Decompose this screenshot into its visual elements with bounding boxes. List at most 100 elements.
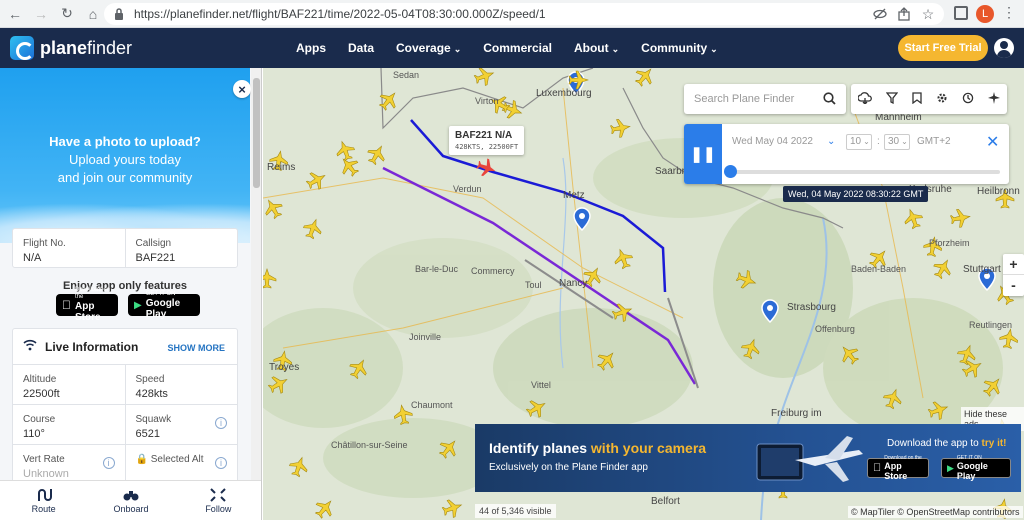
sidepanel-icon[interactable] [954,6,968,20]
aircraft-icon[interactable] [901,206,924,230]
follow-button[interactable]: Follow [175,481,261,520]
close-playback-button[interactable]: ✕ [986,132,999,152]
speed-value: 428kts [135,388,168,400]
reload-icon[interactable]: ↻ [56,3,78,25]
kebab-menu-icon[interactable]: ⋮ [1002,4,1016,21]
profile-avatar[interactable]: L [976,5,994,23]
start-free-trial-button[interactable]: Start Free Trial [898,35,988,61]
selected-flight-label[interactable]: BAF221 N/A 428KTS, 22500FT [449,126,525,155]
hour-select[interactable]: 10 ⌄ [846,134,872,150]
aircraft-icon[interactable] [287,454,310,478]
aircraft-icon[interactable] [333,138,356,162]
share-icon[interactable] [896,6,912,22]
aircraft-icon[interactable] [632,68,658,89]
place-label: Freiburg im [771,408,822,419]
squawk-cell: Squawk 6521 i [126,405,238,444]
back-icon[interactable]: ← [4,3,26,25]
aircraft-icon[interactable] [998,328,1019,350]
place-label: Metz [563,190,585,201]
aircraft-icon[interactable] [950,208,972,229]
map-attribution[interactable]: © MapTiler © OpenStreetMap contributors [848,506,1023,518]
plane-tools-icon[interactable] [988,91,1000,107]
app-store-badge[interactable]:  Download on theApp Store [56,287,118,323]
eye-off-icon[interactable] [872,6,888,22]
place-label: Virton [475,96,499,106]
flight-id-card: Flight No. N/A Callsign BAF221 [12,228,238,268]
ad-app-store-badge[interactable]:  Download on theApp Store [867,455,929,481]
nav-coverage[interactable]: Coverage ⌄ [396,41,461,55]
ad-banner[interactable]: Identify planes with your camera Exclusi… [475,424,1021,492]
show-more-link[interactable]: SHOW MORE [168,343,226,353]
history-icon[interactable] [962,92,974,107]
route-button[interactable]: Route [0,481,87,520]
nav-about[interactable]: About ⌄ [574,41,619,55]
appstore-small-text: Download on the [66,287,112,300]
place-label: Belfort [651,496,680,507]
time-slider-knob[interactable] [724,165,737,178]
place-label: Baden-Baden [851,264,907,274]
zoom-in-button[interactable]: + [1003,254,1024,275]
flight-map[interactable]: Sedan Virton Luxembourg Reims Verdun Metz Saar… [263,68,1024,520]
user-account-icon[interactable] [994,38,1014,58]
settings-icon[interactable] [936,92,948,107]
address-bar[interactable]: https://planefinder.net/flight/BAF221/ti… [104,3,944,25]
zoom-out-button[interactable]: - [1003,275,1024,296]
aircraft-icon[interactable] [376,87,402,113]
place-label: Chaumont [411,400,453,410]
main-nav: Apps Data Coverage ⌄ Commercial About ⌄ Co… [296,28,718,68]
playback-panel: ❚❚ Wed May 04 2022 ⌄ 10 ⌄ : 30 ⌄ GMT+2 ✕ [684,124,1009,184]
aircraft-icon[interactable] [301,216,324,240]
close-promo-button[interactable]: × [233,80,251,98]
minute-value: 30 [888,136,900,147]
photo-upload-promo[interactable]: Have a photo to upload? Upload yours tod… [0,68,250,243]
panel-scrollbar[interactable] [251,68,261,480]
planefinder-logo[interactable]: planefinder [10,36,132,60]
nav-apps[interactable]: Apps [296,41,326,55]
aircraft-icon[interactable] [364,142,389,167]
aircraft-icon[interactable] [610,118,632,139]
google-play-badge[interactable]: ▶ GET IT ON Google Play [128,291,200,320]
nav-community[interactable]: Community ⌄ [641,41,718,55]
info-icon[interactable]: i [102,457,115,469]
aircraft-icon[interactable] [611,246,634,270]
aircraft-icon[interactable] [263,196,286,221]
ad-google-play-badge[interactable]: ▶ GET IT ON Google Play [941,455,1011,481]
map-pin-icon[interactable] [573,207,591,232]
aircraft-icon[interactable] [312,495,338,520]
onboard-label: Onboard [113,503,149,514]
search-input[interactable]: Search Plane Finder [684,84,846,114]
forward-icon[interactable]: → [30,3,52,25]
aircraft-icon[interactable] [263,268,277,289]
chevron-down-icon: ⌄ [826,136,836,147]
squawk-label: Squawk [135,414,172,425]
squawk-value: 6521 [135,428,160,440]
selected-aircraft-icon[interactable] [475,156,499,179]
site-header: planefinder Apps Data Coverage ⌄ Commerci… [0,28,1024,68]
info-icon[interactable]: i [215,417,227,429]
filter-icon[interactable] [885,91,899,107]
cloud-icon[interactable] [857,91,872,107]
info-icon[interactable]: i [215,457,227,469]
ad-subline: Exclusively on the Plane Finder app [489,462,648,473]
minute-select[interactable]: 30 ⌄ [884,134,910,150]
place-label: Verdun [453,184,482,194]
onboard-button[interactable]: Onboard [87,481,174,520]
nav-data[interactable]: Data [348,41,374,55]
route-label: Route [31,503,56,514]
speed-cell: Speed 428kts [126,365,238,404]
time-slider[interactable] [724,165,1000,178]
star-icon[interactable]: ☆ [920,6,936,22]
place-label: Luxembourg [536,88,592,99]
aircraft-icon[interactable] [441,496,465,519]
home-icon[interactable]: ⌂ [82,3,104,25]
ad-download-text: Download the app to try it! [887,438,1007,449]
search-icon[interactable] [823,92,836,108]
pause-button[interactable]: ❚❚ [684,124,722,184]
aircraft-icon[interactable] [930,256,955,281]
callsign-value: BAF221 [135,252,176,264]
date-select[interactable]: Wed May 04 2022 ⌄ [732,136,835,147]
bookmark-icon[interactable] [912,91,922,107]
scrollbar-thumb[interactable] [253,78,260,188]
aircraft-icon[interactable] [473,68,497,88]
nav-commercial[interactable]: Commercial [483,41,552,55]
